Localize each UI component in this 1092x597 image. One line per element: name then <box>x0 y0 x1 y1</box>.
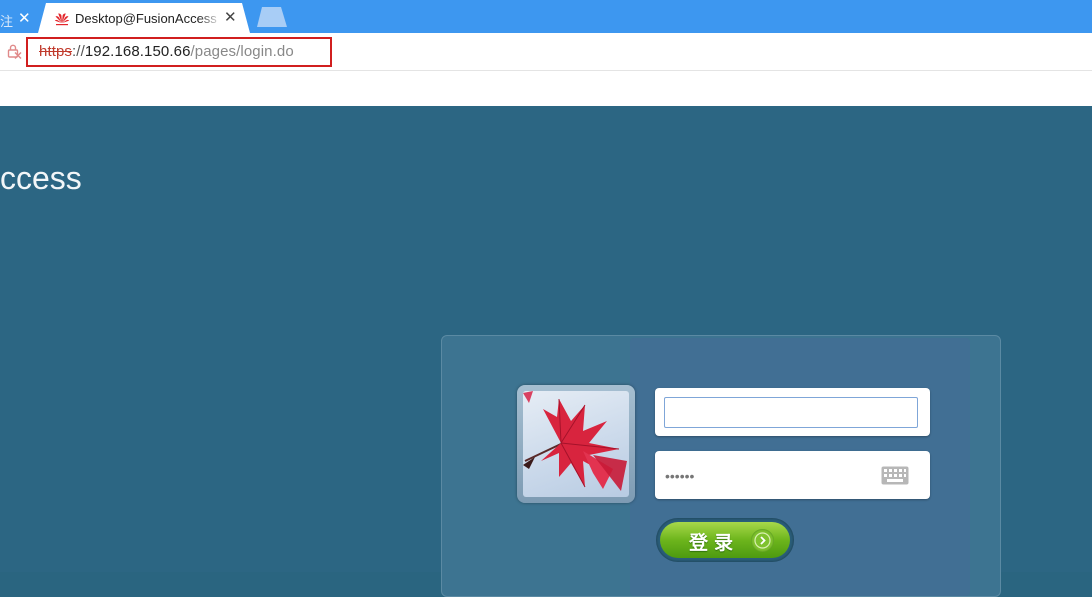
insecure-lock-icon[interactable] <box>6 43 22 59</box>
tab-active-close-icon[interactable]: ✕ <box>224 8 237 26</box>
url-highlight-box[interactable]: https://192.168.150.66/pages/login.do <box>26 37 332 67</box>
tab-title-fade <box>198 7 222 29</box>
login-button-face[interactable]: 登录 <box>660 522 790 558</box>
password-field <box>655 451 930 499</box>
url-path: /pages/login.do <box>190 43 294 60</box>
maple-leaf-image <box>523 391 627 491</box>
url-separator: :// <box>72 43 85 60</box>
password-input[interactable] <box>663 461 867 491</box>
huawei-logo-icon <box>54 13 70 26</box>
avatar <box>523 391 629 497</box>
username-field <box>655 388 930 436</box>
avatar-frame <box>517 385 635 503</box>
browser-tab-strip: 注 ✕ Desktop@FusionAccess ✕ <box>0 0 1092 33</box>
arrow-right-icon <box>751 529 774 552</box>
product-title: ccess <box>0 160 82 196</box>
url-host: 192.168.150.66 <box>84 43 191 60</box>
url-scheme: https <box>39 43 73 60</box>
new-tab-button[interactable] <box>257 7 287 27</box>
address-bar: https://192.168.150.66/pages/login.do <box>0 33 1092 71</box>
url-text[interactable]: https://192.168.150.66/pages/login.do <box>39 43 294 60</box>
soft-keyboard-icon[interactable] <box>881 466 909 485</box>
bookmark-bar <box>0 71 1092 106</box>
tab-previous-close-icon[interactable]: ✕ <box>18 9 31 27</box>
tab-previous[interactable]: 注 ✕ <box>0 4 42 33</box>
login-panel: 登录 <box>441 335 1001 597</box>
login-button[interactable]: 登录 <box>656 518 794 562</box>
page-content: ccess •••••• 登录 <box>0 106 1092 597</box>
tab-active[interactable]: Desktop@FusionAccess ✕ <box>38 3 250 33</box>
tab-previous-title: 注 <box>0 14 14 29</box>
login-button-label: 登录 <box>689 533 740 554</box>
username-input[interactable] <box>664 397 918 428</box>
